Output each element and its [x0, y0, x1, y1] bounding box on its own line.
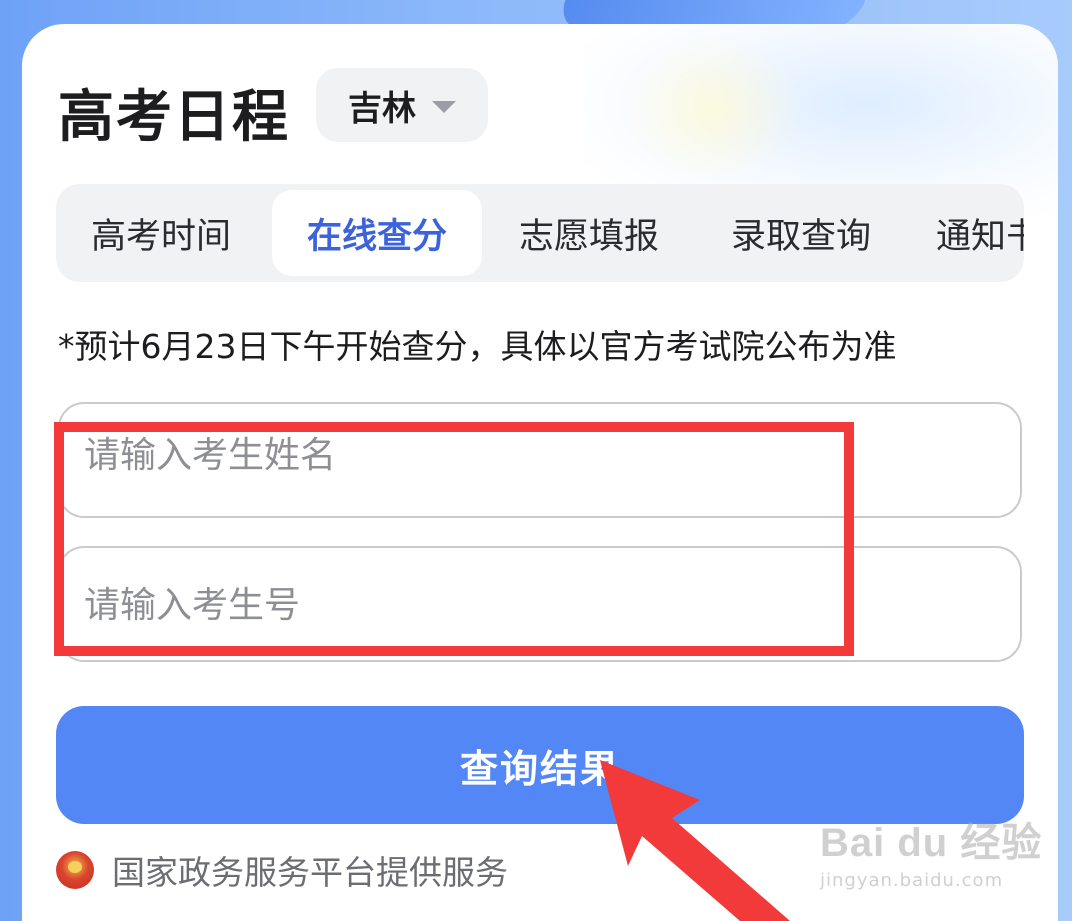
- student-id-input[interactable]: [60, 548, 986, 662]
- footer-text: 国家政务服务平台提供服务: [112, 853, 508, 892]
- tab-notice-letter[interactable]: 通知书: [936, 190, 1024, 276]
- tab-application[interactable]: 志愿填报: [484, 190, 694, 276]
- tab-bar: 高考时间 在线查分 志愿填报 录取查询 通知书: [56, 184, 1024, 282]
- query-result-button[interactable]: 查询结果: [56, 706, 1024, 824]
- region-label: 吉林: [348, 88, 416, 129]
- card-glow-decoration-yellow: [622, 34, 802, 184]
- tab-exam-time[interactable]: 高考时间: [56, 190, 266, 276]
- chevron-down-icon: [432, 101, 456, 113]
- page-title: 高考日程: [58, 85, 290, 150]
- national-emblem-icon: [56, 851, 94, 889]
- student-name-input[interactable]: [60, 404, 960, 516]
- score-release-notice: *预计6月23日下午开始查分，具体以官方考试院公布为准: [58, 327, 897, 366]
- student-name-field[interactable]: [58, 402, 1022, 518]
- student-id-field[interactable]: [58, 546, 1022, 662]
- region-select[interactable]: 吉林: [316, 68, 488, 142]
- tab-online-score[interactable]: 在线查分: [272, 190, 482, 276]
- footer-provider: 国家政务服务平台提供服务: [56, 846, 508, 894]
- gaokao-card: 高考日程 吉林 高考时间 在线查分 志愿填报 录取查询 通知书 *预计6月23日…: [22, 24, 1058, 921]
- tab-admission-query[interactable]: 录取查询: [696, 190, 906, 276]
